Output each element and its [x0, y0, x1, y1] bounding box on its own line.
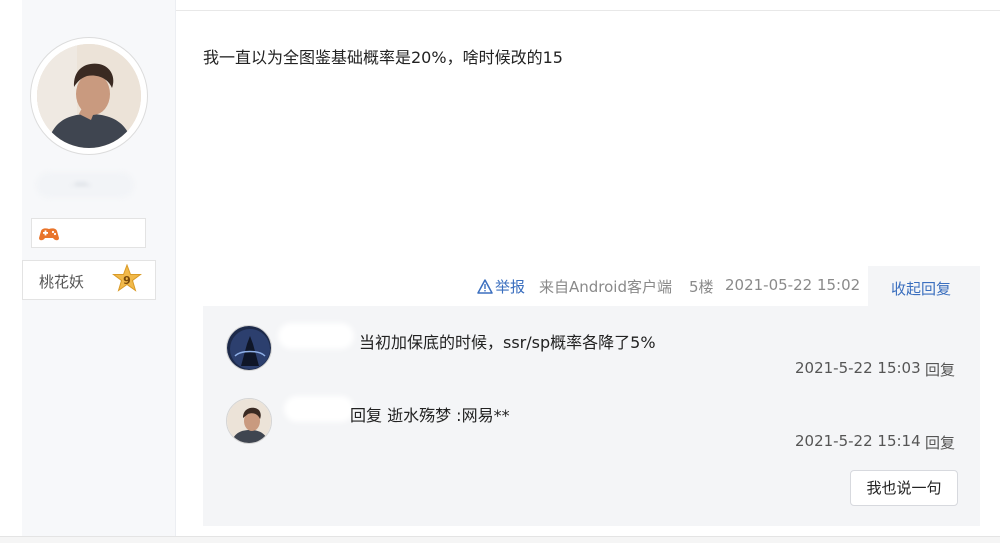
post-floor: 5楼 [689, 278, 714, 296]
reply-time: 2021-5-22 15:03 [795, 359, 921, 377]
collapse-replies-button[interactable]: 收起回复 [868, 266, 980, 306]
report-label: 举报 [495, 278, 526, 296]
reply-button[interactable]: 回复 [925, 359, 955, 380]
collapse-replies-label: 收起回复 [891, 280, 952, 298]
post-time: 2021-05-22 15:02 [725, 276, 861, 294]
add-reply-button[interactable]: 我也说一句 [850, 470, 958, 506]
reply-avatar[interactable] [226, 398, 272, 444]
post-source: 来自Android客户端 [539, 278, 672, 296]
author-name-blurred[interactable]: · ***·· [36, 172, 134, 198]
next-post-band [0, 537, 1000, 543]
report-link[interactable]: 举报 [477, 276, 525, 297]
reply-button[interactable]: 回复 [925, 432, 955, 453]
author-badge-box[interactable] [31, 218, 146, 248]
reply-avatar[interactable] [226, 325, 272, 371]
reply-text: 回复 逝水殇梦 :网易** [350, 406, 510, 425]
level-title: 桃花妖 [39, 273, 85, 291]
post-top-divider [176, 10, 1000, 11]
author-avatar[interactable] [37, 44, 141, 148]
reply-text: 当初加保底的时候，ssr/sp概率各降了5% [359, 333, 656, 352]
game-controller-icon [38, 226, 60, 246]
reply-time: 2021-5-22 15:14 [795, 432, 921, 450]
reply-username-blurred[interactable] [278, 323, 354, 349]
author-name-text: · ***·· [70, 181, 92, 192]
reply-username-blurred[interactable] [284, 396, 354, 422]
warning-icon [477, 279, 493, 294]
level-number: 9 [123, 274, 131, 287]
author-level-box[interactable]: 桃花妖 9 [22, 260, 156, 300]
post-content: 我一直以为全图鉴基础概率是20%，啥时候改的15 [203, 48, 563, 67]
level-star-icon: 9 [111, 263, 143, 300]
